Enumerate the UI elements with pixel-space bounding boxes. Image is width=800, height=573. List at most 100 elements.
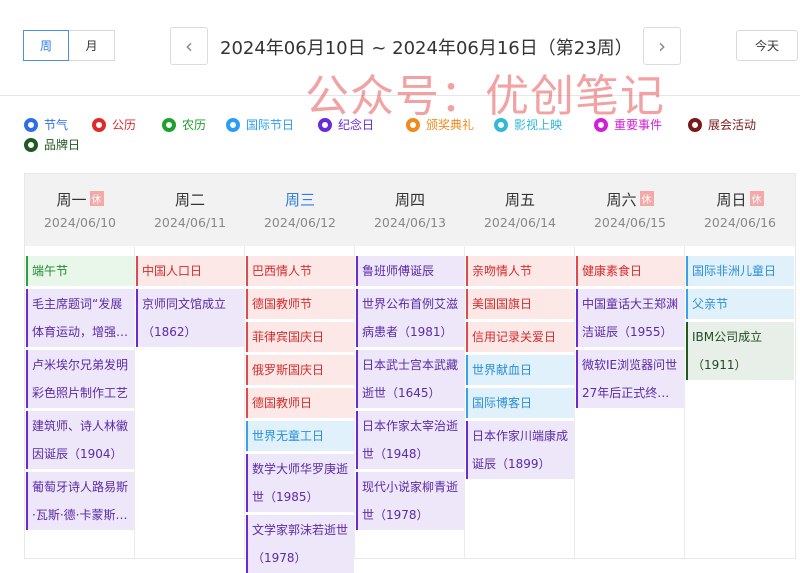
day-date: 2024/06/14 [483,215,557,230]
day-date: 2024/06/11 [153,215,227,230]
legend-dot-icon [226,117,240,132]
legend-label: 国际节日 [246,118,295,132]
day-date: 2024/06/15 [593,215,667,230]
legend-item[interactable]: 颁奖典礼 [406,116,474,133]
event-item[interactable]: 国际博客日 [466,388,574,418]
event-item[interactable]: 菲律宾国庆日 [246,322,354,352]
day-column: 中国人口日京师同文馆成立（1862） [135,246,245,558]
legend-label: 品牌日 [44,138,81,152]
event-item[interactable]: 毛主席题词“发展体育运动，增强人民体质” [26,289,134,347]
event-item[interactable]: 中国人口日 [136,256,244,286]
event-item[interactable]: 俄罗斯国庆日 [246,355,354,385]
legend-item[interactable]: 国际节日 [226,116,294,133]
legend-dot-icon [24,137,38,152]
legend-item[interactable]: 重要事件 [594,116,662,133]
event-item[interactable]: 美国国旗日 [466,289,574,319]
event-title: 世界献血日 [472,363,533,377]
weekday-text: 周五 [504,191,535,209]
event-title: 中国童话大王郑渊洁诞辰（1955） [582,297,679,339]
legend-dot-icon [162,117,176,132]
view-switch: 周 月 [23,30,115,61]
day-header: 周二 2024/06/11 [135,174,245,246]
event-title: 国际非洲儿童日 [692,264,777,278]
legend-item[interactable]: 农历 [162,116,206,133]
legend-item[interactable]: 品牌日 [24,136,80,153]
weekday-text: 周二 [174,191,205,209]
legend-label: 纪念日 [338,118,375,132]
legend-item[interactable]: 展会活动 [688,116,756,133]
event-title: IBM公司成立（1911） [692,330,763,372]
day-header: 周六休 2024/06/15 [575,174,685,246]
legend-item[interactable]: 影视上映 [494,116,562,133]
weekday-text: 周四 [394,191,425,209]
chevron-right-icon: › [658,34,666,58]
event-item[interactable]: 建筑师、诗人林徽因诞辰（1904） [26,411,134,469]
weekday-label: 周四 [355,189,465,210]
day-header: 周三 2024/06/12 [245,174,355,246]
legend-label: 重要事件 [614,118,663,132]
legend-dot-icon [318,117,332,132]
event-title: 文学家郭沫若逝世（1978） [252,523,349,565]
event-item[interactable]: 现代小说家柳青逝世（1978） [356,472,464,530]
day-header: 周五 2024/06/14 [465,174,575,246]
legend-dot-icon [594,117,608,132]
event-title: 鲁班师傅诞辰 [362,264,435,278]
today-button[interactable]: 今天 [736,30,798,61]
event-title: 德国教师日 [252,396,313,410]
event-item[interactable]: 父亲节 [686,289,794,319]
event-item[interactable]: 京师同文馆成立（1862） [136,289,244,347]
event-title: 日本作家川端康成诞辰（1899） [472,429,569,471]
weekday-text: 周三 [284,191,315,209]
event-title: 葡萄牙诗人路易斯·瓦斯·德·卡蒙斯逝世 [32,480,129,522]
event-item[interactable]: 世界公布首例艾滋病患者（1981） [356,289,464,347]
date-range-title: 2024年06月10日 ~ 2024年06月16日（第23周） [220,38,633,59]
legend-label: 颁奖典礼 [426,118,475,132]
event-item[interactable]: 日本武士宫本武藏逝世（1645） [356,350,464,408]
weekday-label: 周六休 [575,189,685,210]
event-item[interactable]: 鲁班师傅诞辰 [356,256,464,286]
week-calendar: 周一休 2024/06/10 周二 2024/06/11 周三 2024/06/12 周四 2… [24,173,796,573]
legend-item[interactable]: 纪念日 [318,116,374,133]
event-item[interactable]: 端午节 [26,256,134,286]
legend-label: 影视上映 [514,118,563,132]
event-item[interactable]: 世界无童工日 [246,421,354,451]
event-item[interactable]: 世界献血日 [466,355,574,385]
event-item[interactable]: 健康素食日 [576,256,684,286]
event-item[interactable]: 巴西情人节 [246,256,354,286]
month-view-button[interactable]: 月 [69,30,115,61]
event-item[interactable]: 卢米埃尔兄弟发明彩色照片制作工艺 [26,350,134,408]
event-title: 卢米埃尔兄弟发明彩色照片制作工艺 [32,358,129,400]
event-item[interactable]: 文学家郭沫若逝世（1978） [246,515,354,573]
prev-week-button[interactable]: ‹ [170,27,208,65]
event-item[interactable]: 亲吻情人节 [466,256,574,286]
holiday-rest-badge: 休 [749,191,764,206]
event-item[interactable]: IBM公司成立（1911） [686,322,794,380]
event-item[interactable]: 国际非洲儿童日 [686,256,794,286]
legend-dot-icon [406,117,420,132]
legend-label: 节气 [44,118,69,132]
event-item[interactable]: 中国童话大王郑渊洁诞辰（1955） [576,289,684,347]
week-view-button[interactable]: 周 [23,30,69,61]
event-item[interactable]: 数学大师华罗庚逝世（1985） [246,454,354,512]
legend-item[interactable]: 节气 [24,116,68,133]
event-title: 中国人口日 [142,264,203,278]
legend-item[interactable]: 公历 [92,116,136,133]
event-title: 日本作家太宰治逝世（1948） [362,419,459,461]
event-item[interactable]: 微软IE浏览器问世27年后正式终止支持 [576,350,684,408]
event-item[interactable]: 葡萄牙诗人路易斯·瓦斯·德·卡蒙斯逝世 [26,472,134,530]
day-date: 2024/06/16 [703,215,777,230]
legend-dot-icon [24,117,38,132]
day-column: 巴西情人节 德国教师节 菲律宾国庆日 俄罗斯国庆日德国教师日世界无童工日 数学大师华罗庚… [245,246,355,573]
weekday-label: 周日休 [685,189,795,210]
event-item[interactable]: 信用记录关爱日 [466,322,574,352]
day-column: 端午节毛主席题词“发展体育运动，增强人民体质” 卢米埃尔兄弟发明彩色照片制作工艺建… [25,246,135,558]
event-item[interactable]: 日本作家川端康成诞辰（1899） [466,421,574,479]
event-item[interactable]: 日本作家太宰治逝世（1948） [356,411,464,469]
event-item[interactable]: 德国教师日 [246,388,354,418]
legend-dot-icon [92,117,106,132]
event-title: 毛主席题词“发展体育运动，增强人民体质” [32,297,129,339]
event-title: 端午节 [32,264,69,278]
day-column: 国际非洲儿童日父亲节 IBM公司成立（1911） [685,246,795,558]
event-item[interactable]: 德国教师节 [246,289,354,319]
day-date: 2024/06/12 [263,215,337,230]
